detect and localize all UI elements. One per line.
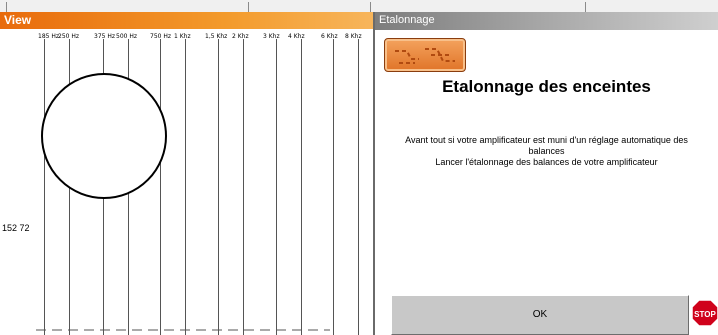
logo-icon (384, 38, 466, 72)
freq-label-2khz: 2 Khz (232, 33, 249, 40)
freq-label-500hz: 500 Hz (116, 33, 138, 40)
etalonnage-titlebar: Etalonnage (375, 12, 718, 30)
instructions-line-3: Lancer l'étalonnage des balances de votr… (435, 157, 658, 167)
freq-label-3khz: 3 Khz (263, 33, 280, 40)
speaker-position-circle[interactable] (41, 73, 167, 199)
frequency-plot: 185 Hz 250 Hz 375 Hz 500 Hz 750 Hz 1 Khz… (0, 29, 373, 335)
freq-label-8khz: 8 Khz (345, 33, 362, 40)
etalonnage-panel: Etalonnage Etalonnage des enceintes Avan… (375, 12, 718, 335)
page-title: Etalonnage des enceintes (442, 77, 651, 96)
instructions-line-2: balances (528, 146, 565, 156)
freq-label-750hz: 750 Hz (150, 33, 172, 40)
freq-label-6khz: 6 Khz (321, 33, 338, 40)
plot-canvas (36, 39, 359, 335)
ok-button[interactable]: OK (391, 295, 689, 335)
top-strip (0, 0, 718, 12)
view-title: View (4, 13, 32, 27)
view-panel: View 185 Hz 250 Hz 375 Hz 500 Hz 750 Hz … (0, 12, 375, 335)
freq-label-1-5khz: 1,5 Khz (205, 33, 228, 40)
freq-label-375hz: 375 Hz (94, 33, 116, 40)
freq-label-4khz: 4 Khz (288, 33, 305, 40)
stop-button[interactable]: STOP (691, 299, 718, 327)
freq-label-1khz: 1 Khz (174, 33, 191, 40)
stop-sign-icon: STOP (691, 299, 718, 327)
freq-label-250hz: 250 Hz (58, 33, 80, 40)
view-titlebar: View (0, 12, 373, 29)
freq-label-185hz: 185 Hz (38, 33, 60, 40)
instructions-line-1: Avant tout si votre amplificateur est mu… (405, 135, 688, 145)
instructions-text: Avant tout si votre amplificateur est mu… (385, 135, 708, 168)
etalonnage-title: Etalonnage (379, 14, 435, 26)
side-value: 152 72 (2, 223, 30, 233)
stop-label: STOP (694, 310, 716, 319)
